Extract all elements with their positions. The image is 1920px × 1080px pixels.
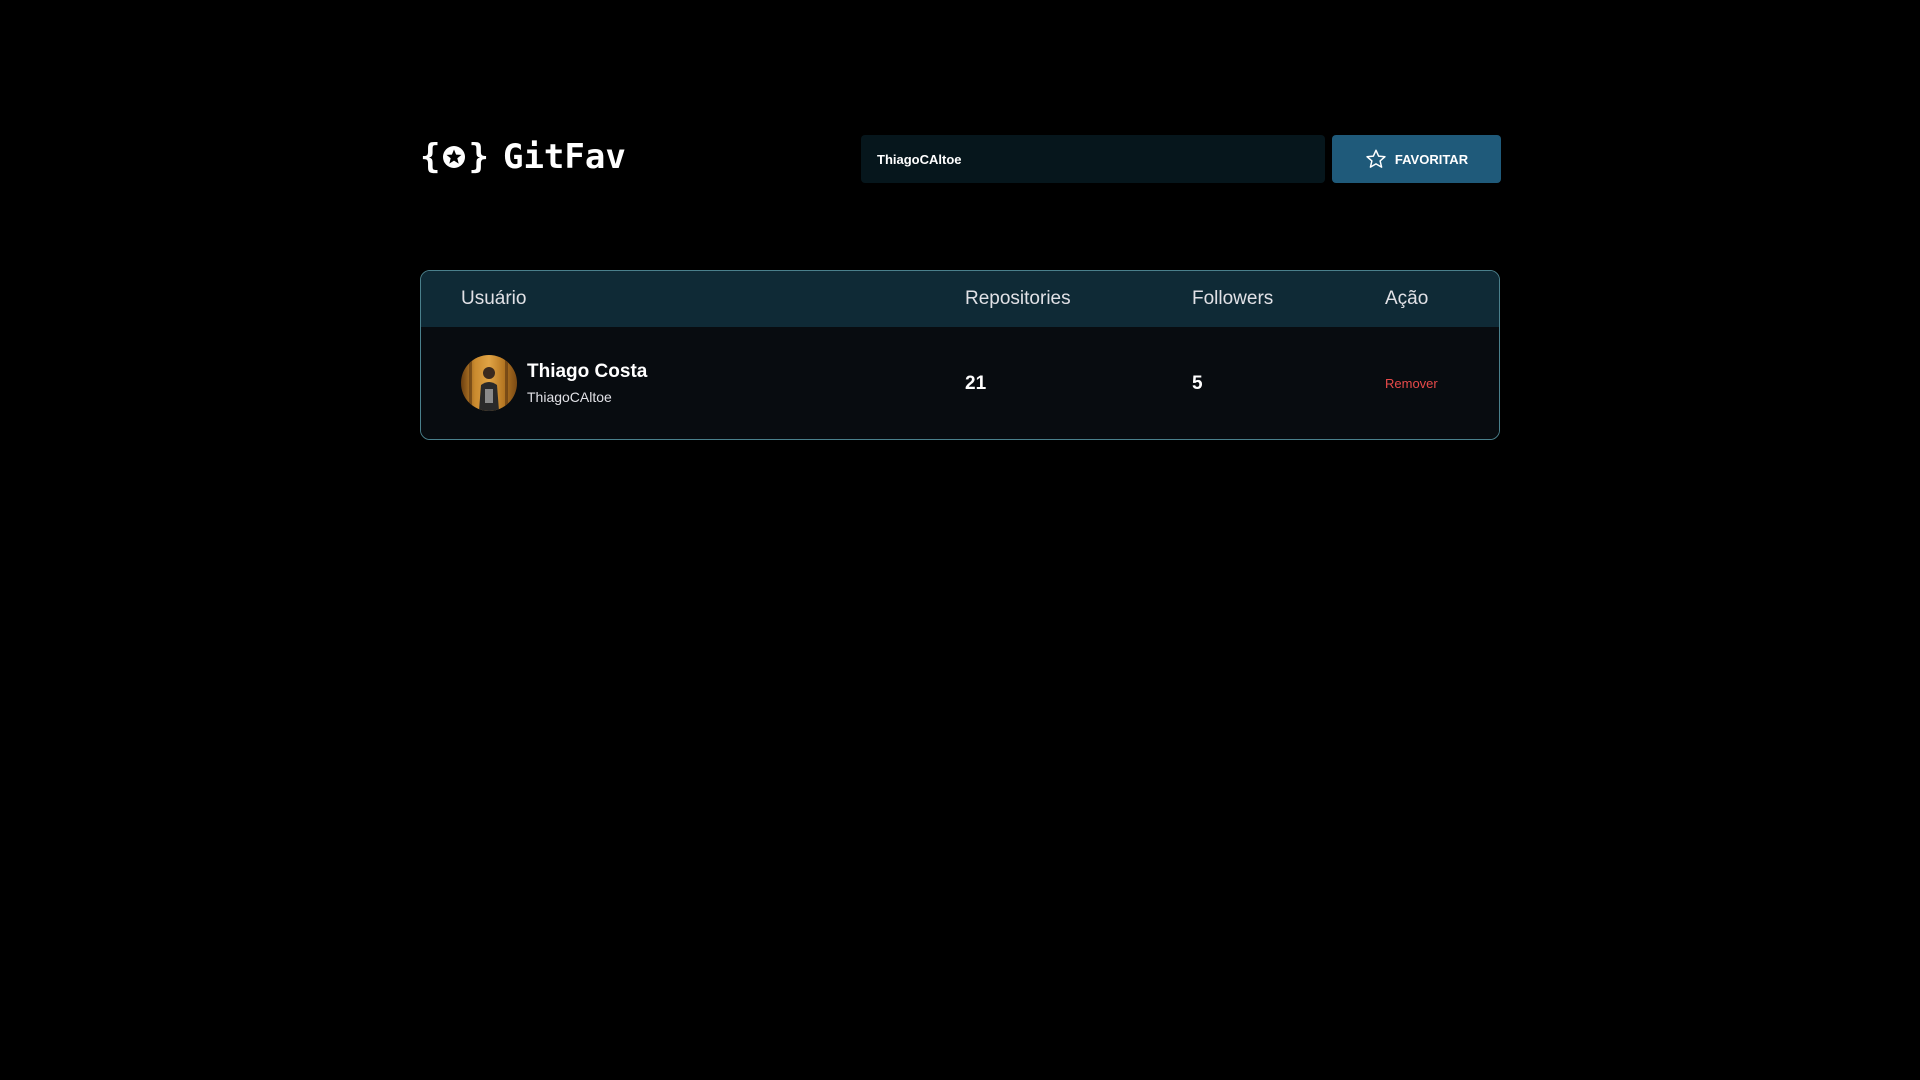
logo: { } GitFav (420, 135, 626, 179)
favorites-table: Usuário Repositories Followers Ação Thia… (420, 270, 1500, 440)
column-header-repositories: Repositories (965, 288, 1071, 309)
remove-button[interactable]: Remover (1385, 327, 1438, 439)
column-header-action: Ação (1385, 288, 1429, 309)
star-outline-icon (1366, 149, 1386, 168)
repositories-count: 21 (965, 373, 987, 394)
user-cell: Thiago Costa ThiagoCAltoe (461, 355, 647, 411)
header: { } GitFav FAVORITAR (420, 135, 1501, 183)
logo-text: GitFav (502, 137, 626, 177)
user-info: Thiago Costa ThiagoCAltoe (527, 361, 647, 405)
table-header: Usuário Repositories Followers Ação (421, 271, 1499, 327)
followers-count: 5 (1192, 373, 1203, 394)
app-root: { } GitFav FAVORITAR Usuário Repositorie… (0, 0, 1920, 1080)
star-braces-icon: { } (420, 137, 489, 177)
table-row: Thiago Costa ThiagoCAltoe 21 5 Remover (421, 327, 1499, 439)
user-name: Thiago Costa (527, 361, 648, 382)
search-input[interactable] (861, 135, 1325, 183)
favorite-button-label: FAVORITAR (1394, 151, 1469, 167)
column-header-followers: Followers (1192, 288, 1274, 309)
column-header-user: Usuário (461, 288, 527, 309)
favorite-button[interactable]: FAVORITAR (1332, 135, 1501, 183)
avatar[interactable] (461, 355, 517, 411)
user-login[interactable]: ThiagoCAltoe (527, 389, 647, 405)
